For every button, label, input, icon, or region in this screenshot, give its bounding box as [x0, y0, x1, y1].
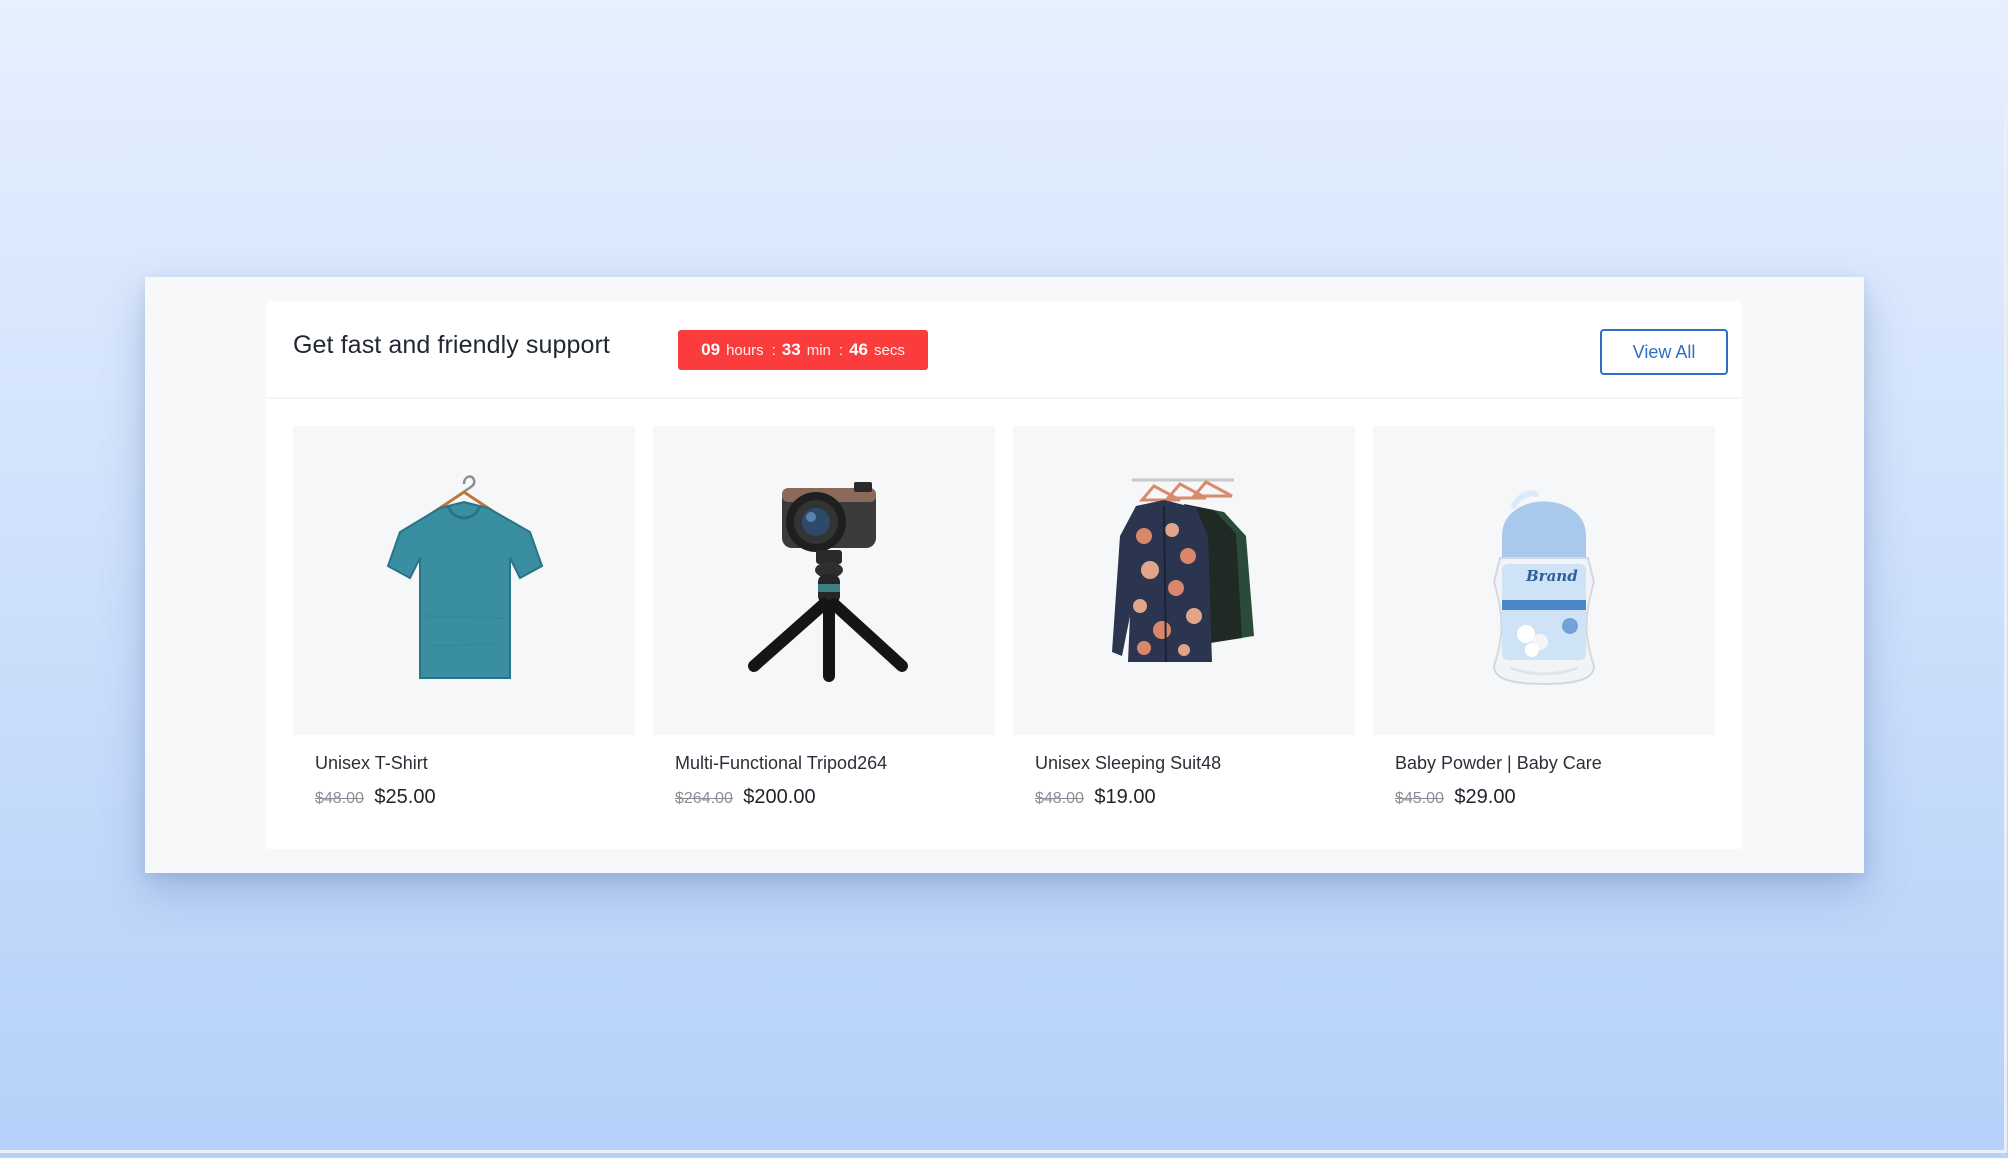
countdown-seconds-label: secs [873, 341, 905, 359]
old-price: $45.00 [1395, 790, 1444, 807]
camera-tripod-icon [748, 481, 908, 682]
sale-price: $200.00 [743, 786, 816, 808]
countdown-hours: 09 [701, 340, 721, 359]
product-card[interactable]: Unisex Sleeping Suit48 $48.00 $19.00 [1013, 426, 1355, 826]
product-name[interactable]: Unisex Sleeping Suit48 [1035, 753, 1221, 774]
product-image[interactable] [293, 426, 635, 735]
tshirt-icon [386, 474, 544, 679]
sale-price: $19.00 [1094, 786, 1156, 808]
product-card[interactable]: Brand Baby Powder | Baby Care $45.00 $29… [1373, 426, 1715, 826]
product-name[interactable]: Baby Powder | Baby Care [1395, 753, 1602, 774]
product-name[interactable]: Multi-Functional Tripod264 [675, 753, 887, 774]
product-card[interactable]: Unisex T-Shirt $48.00 $25.00 [293, 426, 635, 826]
countdown-separator: : [838, 341, 844, 359]
product-image[interactable] [653, 426, 995, 735]
countdown-hours-label: hours [726, 341, 764, 359]
price-row: $48.00 $19.00 [1035, 786, 1156, 809]
price-row: $264.00 $200.00 [675, 786, 816, 809]
old-price: $264.00 [675, 790, 733, 807]
price-row: $45.00 $29.00 [1395, 786, 1516, 809]
sale-price: $25.00 [374, 786, 436, 808]
countdown-timer: 09 hours : 33 min : 46 secs [678, 330, 928, 370]
sleeping-suits-icon [1112, 478, 1254, 662]
countdown-separator: : [771, 341, 776, 359]
countdown-minutes-label: min [806, 341, 831, 359]
old-price: $48.00 [1035, 790, 1084, 807]
bottle-brand-label: Brand [1526, 567, 1578, 585]
product-name[interactable]: Unisex T-Shirt [315, 753, 428, 774]
flash-deal-section: Get fast and friendly support 09 hours :… [145, 277, 1864, 873]
product-grid: Unisex T-Shirt $48.00 $25.00 Multi-Funct… [293, 426, 1717, 826]
section-title: Get fast and friendly support [293, 331, 610, 359]
section-header: Get fast and friendly support 09 hours :… [266, 301, 1742, 399]
product-image[interactable] [1013, 426, 1355, 735]
countdown-seconds: 46 [849, 340, 868, 359]
product-image[interactable]: Brand [1373, 426, 1715, 735]
price-row: $48.00 $25.00 [315, 786, 436, 809]
old-price: $48.00 [315, 790, 364, 807]
flash-deal-card: Get fast and friendly support 09 hours :… [266, 301, 1742, 849]
countdown-minutes: 33 [781, 340, 801, 359]
sale-price: $29.00 [1454, 786, 1516, 808]
product-card[interactable]: Multi-Functional Tripod264 $264.00 $200.… [653, 426, 995, 826]
view-all-button[interactable]: View All [1600, 329, 1728, 375]
